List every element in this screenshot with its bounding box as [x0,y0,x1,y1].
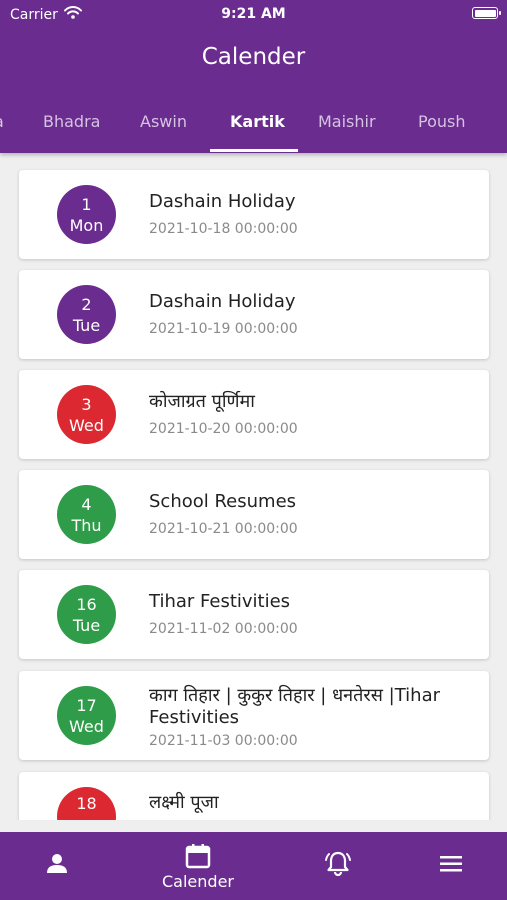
date-badge: 3 Wed [57,385,116,444]
event-card[interactable]: 2 Tue Dashain Holiday 2021-10-19 00:00:0… [19,270,489,359]
date-badge: 18 [57,787,116,820]
menu-icon [440,856,462,876]
badge-day: 2 [81,294,92,314]
badge-day: 16 [76,594,97,614]
nav-calendar[interactable]: Calender [138,832,258,900]
badge-day: 3 [81,394,92,414]
badge-weekday: Wed [69,415,104,435]
badge-weekday: Mon [69,215,104,235]
profile-icon [46,852,68,878]
event-date: 2021-10-19 00:00:00 [149,321,298,337]
app-header: Carrier 9:21 AM Calender a Bhadra Aswin … [0,0,507,153]
month-tabs: a Bhadra Aswin Kartik Maishir Poush [0,100,507,153]
status-time: 9:21 AM [221,6,286,22]
tab-maishir[interactable]: Maishir [318,112,376,131]
date-badge: 2 Tue [57,285,116,344]
event-card[interactable]: 3 Wed कोजाग्रत पूर्णिमा 2021-10-20 00:00… [19,370,489,459]
date-badge: 17 Wed [57,686,116,745]
event-title: कोजाग्रत पूर्णिमा [149,391,255,412]
date-badge: 1 Mon [57,185,116,244]
event-date: 2021-11-02 00:00:00 [149,621,298,637]
event-card[interactable]: 16 Tue Tihar Festivities 2021-11-02 00:0… [19,570,489,659]
event-date: 2021-10-20 00:00:00 [149,421,298,437]
nav-profile[interactable] [0,832,117,900]
tab-kartik[interactable]: Kartik [230,112,285,131]
event-date: 2021-10-21 00:00:00 [149,521,298,537]
date-badge: 4 Thu [57,485,116,544]
bottom-nav: Calender [0,832,507,900]
page-title: Calender [201,44,306,70]
badge-weekday: Tue [72,315,101,335]
event-title: Dashain Holiday [149,191,296,212]
badge-weekday: Tue [72,615,101,635]
status-bar: Carrier 9:21 AM [0,0,507,28]
nav-notifications[interactable] [278,832,398,900]
badge-day: 17 [76,695,97,715]
event-list[interactable]: 1 Mon Dashain Holiday 2021-10-18 00:00:0… [0,153,507,820]
badge-day: 4 [81,494,92,514]
battery-icon [472,7,501,19]
event-title: काग तिहार | कुकुर तिहार | धनतेरस |Tihar … [149,685,441,728]
date-badge: 16 Tue [57,585,116,644]
event-card[interactable]: 4 Thu School Resumes 2021-10-21 00:00:00 [19,470,489,559]
event-title: Dashain Holiday [149,291,296,312]
bell-icon [324,850,352,880]
nav-calendar-label: Calender [162,872,234,891]
nav-menu[interactable] [391,832,507,900]
tab-aswin[interactable]: Aswin [140,112,187,131]
badge-day: 1 [81,194,92,214]
active-tab-indicator [210,149,298,152]
event-card[interactable]: 18 लक्ष्मी पूजा [19,772,489,820]
event-title: School Resumes [149,491,297,512]
event-title: लक्ष्मी पूजा [149,792,219,813]
badge-day: 18 [76,794,97,813]
event-card[interactable]: 1 Mon Dashain Holiday 2021-10-18 00:00:0… [19,170,489,259]
badge-weekday: Thu [71,515,102,535]
event-date: 2021-10-18 00:00:00 [149,221,298,237]
tab-poush[interactable]: Poush [418,112,465,131]
event-date: 2021-11-03 00:00:00 [149,733,298,749]
event-card[interactable]: 17 Wed काग तिहार | कुकुर तिहार | धनतेरस … [19,671,489,760]
tab-bhadra[interactable]: Bhadra [43,112,100,131]
event-title: Tihar Festivities [149,591,291,612]
tab-partial[interactable]: a [0,112,4,131]
calendar-icon [185,843,211,873]
badge-weekday: Wed [69,716,104,736]
